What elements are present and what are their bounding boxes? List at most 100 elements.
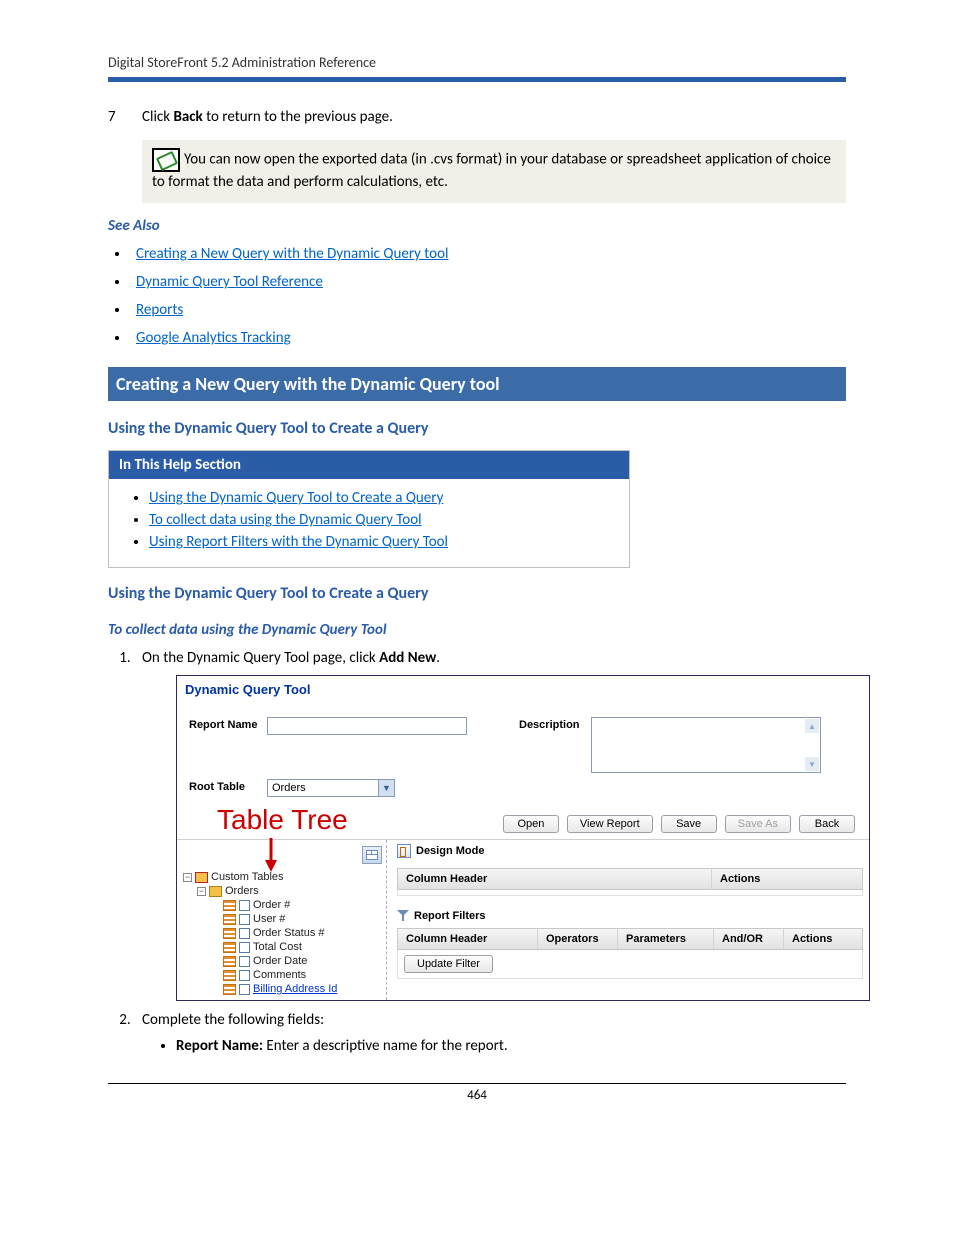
tree-root[interactable]: − Custom Tables xyxy=(183,870,382,884)
list-item: Reports xyxy=(130,301,846,319)
tree-label: Orders xyxy=(225,885,259,897)
text: Complete the following fields: xyxy=(142,1011,324,1029)
link[interactable]: Reports xyxy=(136,301,183,319)
help-section-box: In This Help Section Using the Dynamic Q… xyxy=(108,450,630,568)
collapse-icon[interactable]: − xyxy=(183,873,192,882)
text: to return to the previous page. xyxy=(203,108,393,126)
tree-tool-icon[interactable] xyxy=(362,846,382,864)
help-box-list: Using the Dynamic Query Tool to Create a… xyxy=(149,489,613,551)
view-report-button[interactable]: View Report xyxy=(567,815,653,833)
col-header: Operators xyxy=(538,929,618,949)
tree-leaf[interactable]: User # xyxy=(183,912,382,926)
col-header: Parameters xyxy=(618,929,714,949)
figure-button-row: Open View Report Save Save As Back xyxy=(177,811,869,839)
note-text: You can now open the exported data (in .… xyxy=(152,151,831,191)
tree-node-orders[interactable]: − Orders xyxy=(183,884,382,898)
tree-leaf[interactable]: Order Date xyxy=(183,954,382,968)
tree-label: Billing Address Id xyxy=(253,983,337,995)
link[interactable]: To collect data using the Dynamic Query … xyxy=(149,511,422,529)
update-filter-button[interactable]: Update Filter xyxy=(404,955,493,973)
bold-text: Back xyxy=(173,108,202,126)
dynamic-query-tool-figure: Dynamic Query Tool Report Name Descripti… xyxy=(176,675,870,1001)
inner-bullets: Report Name: Enter a descriptive name fo… xyxy=(176,1037,846,1055)
text: . xyxy=(436,649,440,667)
checkbox[interactable] xyxy=(239,984,250,995)
link[interactable]: Creating a New Query with the Dynamic Qu… xyxy=(136,245,448,263)
checkbox[interactable] xyxy=(239,914,250,925)
list-item: Dynamic Query Tool Reference xyxy=(130,273,846,291)
tree-leaf[interactable]: Billing Address Id xyxy=(183,982,382,996)
list-item: On the Dynamic Query Tool page, click Ad… xyxy=(134,649,846,1001)
step-text: Click Back to return to the previous pag… xyxy=(142,108,846,126)
save-as-button[interactable]: Save As xyxy=(725,815,791,833)
table-icon xyxy=(223,984,236,995)
list-item: To collect data using the Dynamic Query … xyxy=(149,511,613,529)
report-filters-row: Report Filters xyxy=(397,910,863,922)
subheading: Using the Dynamic Query Tool to Create a… xyxy=(108,584,846,603)
design-mode-label: Design Mode xyxy=(416,845,484,857)
list-item: Complete the following fields: Report Na… xyxy=(134,1011,846,1055)
section-banner: Creating a New Query with the Dynamic Qu… xyxy=(108,367,846,401)
table-icon xyxy=(223,900,236,911)
root-table-label: Root Table xyxy=(189,779,267,793)
link[interactable]: Using Report Filters with the Dynamic Qu… xyxy=(149,533,448,551)
page-number: 464 xyxy=(108,1083,846,1103)
checkbox[interactable] xyxy=(239,928,250,939)
checkbox[interactable] xyxy=(239,970,250,981)
tree-label: Order Status # xyxy=(253,927,325,939)
table-icon xyxy=(223,928,236,939)
tree-leaf[interactable]: Order Status # xyxy=(183,926,382,940)
list-item: Using the Dynamic Query Tool to Create a… xyxy=(149,489,613,507)
link[interactable]: Using the Dynamic Query Tool to Create a… xyxy=(149,489,443,507)
tree-label: Total Cost xyxy=(253,941,302,953)
tree-label: Order # xyxy=(253,899,290,911)
step-number: 7 xyxy=(108,108,142,126)
col-header: And/OR xyxy=(714,929,784,949)
figure-title: Dynamic Query Tool xyxy=(177,676,869,699)
filter-icon xyxy=(397,910,409,922)
tree-label: Custom Tables xyxy=(211,871,284,883)
scroll-up-icon[interactable]: ▲ xyxy=(805,719,819,733)
see-also-heading: See Also xyxy=(108,217,846,235)
table-tree-pane: − Custom Tables − Orders Order # User # … xyxy=(177,840,387,1000)
tree-leaf[interactable]: Total Cost xyxy=(183,940,382,954)
link[interactable]: Dynamic Query Tool Reference xyxy=(136,273,323,291)
doc-header: Digital StoreFront 5.2 Administration Re… xyxy=(108,54,846,82)
step-7: 7 Click Back to return to the previous p… xyxy=(108,108,846,126)
text: Enter a descriptive name for the report. xyxy=(263,1037,508,1055)
columns-grid-header: Column Header Actions xyxy=(397,868,863,890)
tree-label: Comments xyxy=(253,969,306,981)
tree-leaf[interactable]: Order # xyxy=(183,898,382,912)
checkbox[interactable] xyxy=(239,942,250,953)
checkbox[interactable] xyxy=(239,900,250,911)
update-filter-row: Update Filter xyxy=(397,950,863,979)
back-button[interactable]: Back xyxy=(799,815,855,833)
help-box-header: In This Help Section xyxy=(109,451,629,479)
report-filters-label: Report Filters xyxy=(414,910,486,922)
column-header-label: Column Header xyxy=(398,869,712,889)
link[interactable]: Google Analytics Tracking xyxy=(136,329,291,347)
scroll-down-icon[interactable]: ▼ xyxy=(805,757,819,771)
subheading: Using the Dynamic Query Tool to Create a… xyxy=(108,419,846,438)
table-icon xyxy=(223,956,236,967)
doc-title: Digital StoreFront 5.2 Administration Re… xyxy=(108,54,376,71)
open-button[interactable]: Open xyxy=(503,815,559,833)
filters-grid-header: Column Header Operators Parameters And/O… xyxy=(397,928,863,950)
design-mode-row: Design Mode xyxy=(397,844,863,858)
table-icon xyxy=(223,942,236,953)
col-header: Actions xyxy=(784,929,862,949)
design-mode-icon[interactable] xyxy=(397,844,411,858)
tree-leaf[interactable]: Comments xyxy=(183,968,382,982)
report-name-input[interactable] xyxy=(267,717,467,735)
list-item: Creating a New Query with the Dynamic Qu… xyxy=(130,245,846,263)
save-button[interactable]: Save xyxy=(661,815,717,833)
design-pane: Design Mode Column Header Actions Report… xyxy=(387,840,869,1000)
collapse-icon[interactable]: − xyxy=(197,887,206,896)
tree-label: User # xyxy=(253,913,285,925)
description-textarea[interactable]: ▲ ▼ xyxy=(591,717,821,773)
chevron-down-icon: ▼ xyxy=(378,780,394,796)
checkbox[interactable] xyxy=(239,956,250,967)
report-name-label: Report Name xyxy=(189,717,267,731)
procedure-list: On the Dynamic Query Tool page, click Ad… xyxy=(134,649,846,1055)
root-table-select[interactable]: Orders ▼ xyxy=(267,779,395,797)
